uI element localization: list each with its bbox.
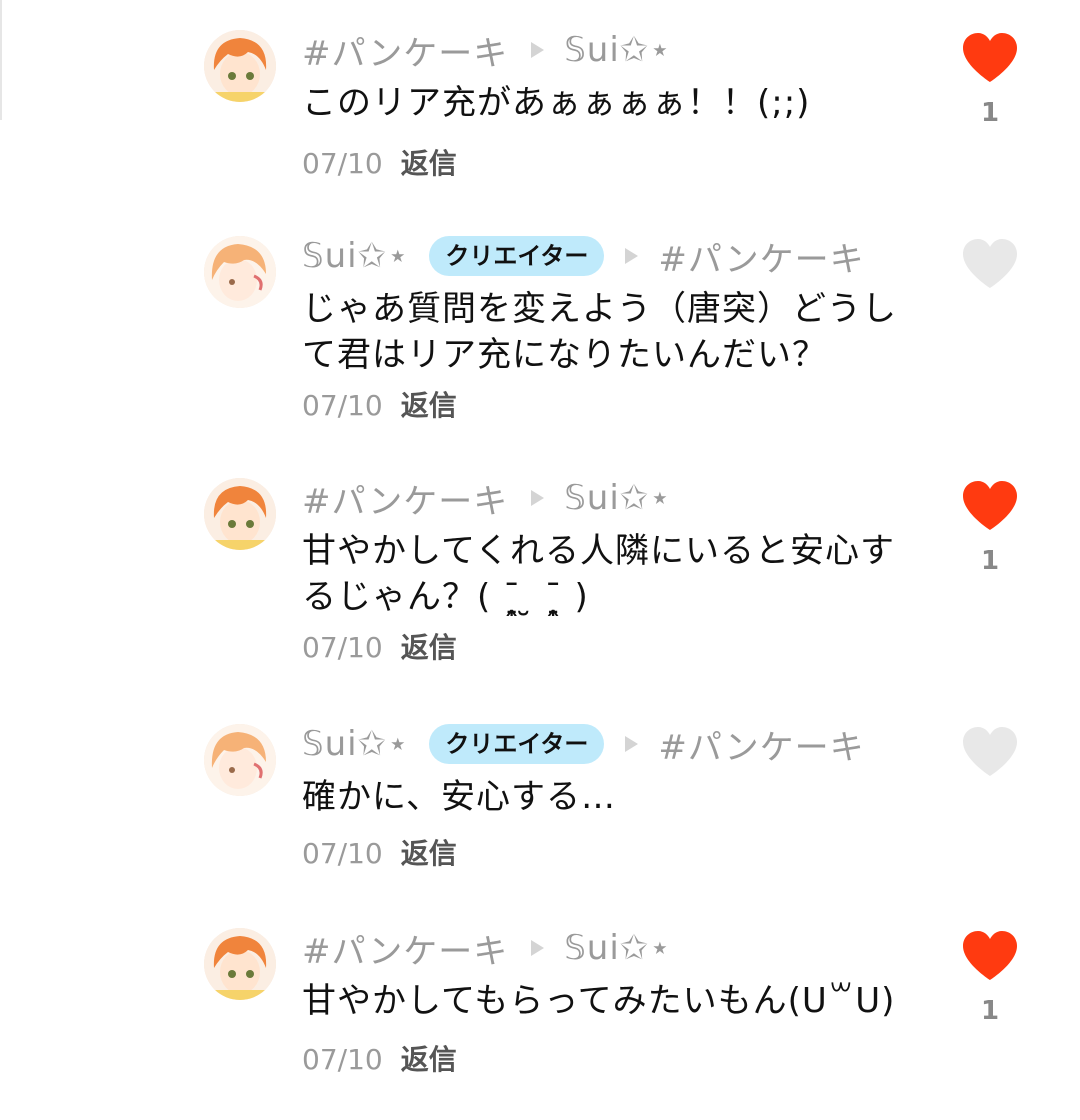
comment-date: 07/10 (302, 631, 383, 664)
reply-arrow-icon (526, 39, 548, 61)
reply-to-name[interactable]: 𝕊ui✩⋆ (564, 30, 671, 70)
comment-text: 甘やかしてくれる人隣にいると安心するじゃん？( ˉ̞̭ ̮ ˉ̞̭ ) (302, 531, 895, 617)
comment-header: 𝕊ui✩⋆ クリエイター #パンケーキ (302, 232, 865, 281)
reply-arrow-icon (620, 245, 642, 267)
reply-arrow-icon (526, 487, 548, 509)
comment-text: 甘やかしてもらってみたいもん(ᑌ꒳ᑌ) (302, 981, 896, 1021)
reply-arrow-icon (526, 937, 548, 959)
like-button[interactable]: 1 (960, 32, 1020, 128)
comment-header: 𝕊ui✩⋆ クリエイター #パンケーキ (302, 720, 865, 769)
reply-button[interactable]: 返信 (401, 147, 457, 180)
comment-meta: 07/10 返信 (302, 836, 457, 872)
like-button[interactable]: 1 (960, 930, 1020, 1026)
avatar[interactable] (204, 928, 276, 1000)
author-name[interactable]: 𝕊ui✩⋆ (302, 236, 409, 276)
comment-header: #パンケーキ 𝕊ui✩⋆ (302, 26, 672, 75)
comment-text: このリア充があぁぁぁぁ！！(;;) (302, 83, 811, 123)
reply-arrow-icon (620, 733, 642, 755)
heart-icon (963, 931, 1017, 980)
like-count: 1 (980, 546, 1000, 576)
reply-to-name[interactable]: #パンケーキ (658, 720, 864, 769)
reply-button[interactable]: 返信 (401, 1043, 457, 1076)
orange-hair-avatar-icon (204, 928, 276, 1000)
reply-button[interactable]: 返信 (401, 389, 457, 422)
creator-badge: クリエイター (429, 236, 605, 276)
like-button[interactable] (960, 238, 1020, 304)
comment-meta: 07/10 返信 (302, 630, 457, 666)
comment-header: #パンケーキ 𝕊ui✩⋆ (302, 924, 672, 973)
light-hair-avatar-icon (204, 236, 276, 308)
avatar[interactable] (204, 478, 276, 550)
light-hair-avatar-icon (204, 724, 276, 796)
heart-icon (963, 33, 1017, 82)
author-name[interactable]: #パンケーキ (302, 474, 508, 523)
comment-header: #パンケーキ 𝕊ui✩⋆ (302, 474, 672, 523)
reply-to-name[interactable]: 𝕊ui✩⋆ (564, 478, 671, 518)
like-count: 1 (980, 98, 1000, 128)
comment-date: 07/10 (302, 389, 383, 422)
thread-line (0, 0, 2, 120)
comment-meta: 07/10 返信 (302, 1042, 457, 1078)
like-button[interactable]: 1 (960, 480, 1020, 576)
comment-text: じゃあ質問を変えよう（唐突）どうして君はリア充になりたいんだい？ (302, 289, 897, 375)
author-name[interactable]: #パンケーキ (302, 924, 508, 973)
author-name[interactable]: #パンケーキ (302, 26, 508, 75)
comment-date: 07/10 (302, 1043, 383, 1076)
reply-to-name[interactable]: 𝕊ui✩⋆ (564, 928, 671, 968)
heart-icon (963, 727, 1017, 776)
orange-hair-avatar-icon (204, 30, 276, 102)
comment-text: 確かに、安心する… (302, 777, 616, 817)
reply-button[interactable]: 返信 (401, 631, 457, 664)
like-count: 1 (980, 996, 1000, 1026)
heart-icon (963, 481, 1017, 530)
orange-hair-avatar-icon (204, 478, 276, 550)
comment-date: 07/10 (302, 147, 383, 180)
reply-to-name[interactable]: #パンケーキ (658, 232, 864, 281)
like-button[interactable] (960, 726, 1020, 792)
avatar[interactable] (204, 30, 276, 102)
comment-meta: 07/10 返信 (302, 388, 457, 424)
creator-badge: クリエイター (429, 724, 605, 764)
comment-date: 07/10 (302, 837, 383, 870)
reply-button[interactable]: 返信 (401, 837, 457, 870)
avatar[interactable] (204, 236, 276, 308)
heart-icon (963, 239, 1017, 288)
author-name[interactable]: 𝕊ui✩⋆ (302, 724, 409, 764)
comment-meta: 07/10 返信 (302, 146, 457, 182)
avatar[interactable] (204, 724, 276, 796)
